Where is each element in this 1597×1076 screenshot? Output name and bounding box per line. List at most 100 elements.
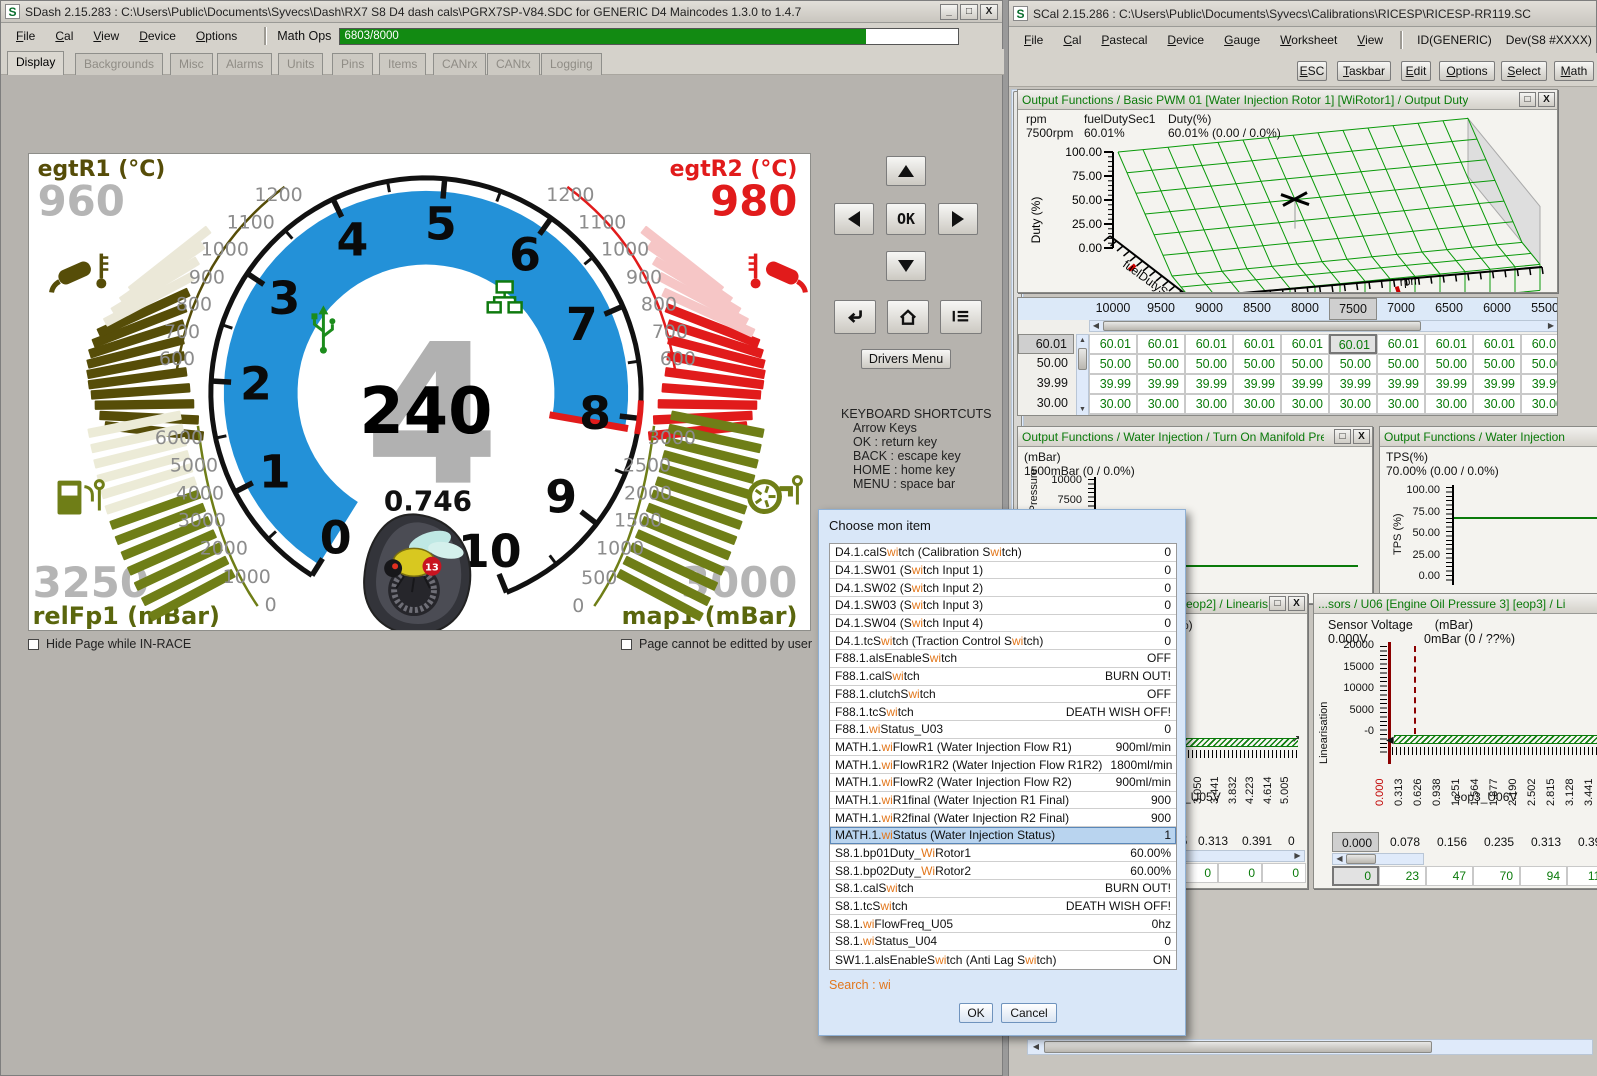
tab-items[interactable]: Items	[379, 53, 426, 75]
eop2-cell[interactable]: 0	[1218, 863, 1262, 883]
map-col-header[interactable]: 8500	[1233, 298, 1281, 320]
map-cell[interactable]: 30.00	[1329, 394, 1377, 414]
scal-titlebar[interactable]: S SCal 2.15.286 : C:\Users\Public\Docume…	[1009, 1, 1596, 27]
map-cell[interactable]: 30.00	[1281, 394, 1329, 414]
map-cell[interactable]: 50.00	[1521, 354, 1558, 374]
menu-view[interactable]: View	[84, 26, 128, 46]
eop3-table-header[interactable]: 0.235	[1473, 832, 1520, 852]
mon-item-row[interactable]: S8.1.calSwitchBURN OUT!	[830, 880, 1176, 898]
close-icon[interactable]: X	[980, 4, 998, 20]
window-eop3-titlebar[interactable]: ...sors / U06 [Engine Oil Pressure 3] [e…	[1314, 594, 1597, 614]
map-hscroll-thumb[interactable]	[1103, 321, 1421, 331]
eop3-cell[interactable]: 23	[1379, 866, 1426, 886]
scal-horizontal-scrollbar[interactable]: ◀	[1027, 1039, 1593, 1055]
mon-item-row[interactable]: S8.1.bp01Duty_WiRotor160.00%	[830, 845, 1176, 863]
map-row-header[interactable]: 50.00	[1018, 354, 1074, 374]
eop3-table-header[interactable]: 0.313	[1520, 832, 1567, 852]
eop3-table-header[interactable]: 0.078	[1379, 832, 1426, 852]
mon-item-row[interactable]: F88.1.wiStatus_U030	[830, 721, 1176, 739]
checkbox-no-edit-box[interactable]	[621, 639, 632, 650]
checkbox-hide-page[interactable]: Hide Page while IN-RACE	[28, 637, 191, 651]
menu-cal[interactable]: Cal	[46, 26, 82, 46]
map-cell[interactable]: 39.99	[1473, 374, 1521, 394]
mon-item-row[interactable]: S8.1.tcSwitchDEATH WISH OFF!	[830, 898, 1176, 916]
scroll-right-icon[interactable]: ▶	[1292, 851, 1303, 861]
nav-left-button[interactable]	[834, 203, 874, 235]
mon-item-row[interactable]: F88.1.alsEnableSwitchOFF	[830, 650, 1176, 668]
scal-menu-cal[interactable]: Cal	[1054, 30, 1090, 50]
toolbar-select-button[interactable]: Select	[1501, 61, 1547, 81]
mon-item-row[interactable]: MATH.1.wiR1final (Water Injection R1 Fin…	[830, 792, 1176, 810]
home-button[interactable]	[887, 300, 929, 334]
toolbar-math-button[interactable]: Math	[1554, 61, 1594, 81]
map-cell[interactable]: 50.00	[1089, 354, 1137, 374]
map-cell[interactable]: 20.00	[1377, 414, 1425, 416]
map-col-header[interactable]: 10000	[1089, 298, 1137, 320]
map-row-header[interactable]: 20.00	[1018, 414, 1074, 416]
map-cell[interactable]: 20.00	[1425, 414, 1473, 416]
mon-item-row[interactable]: S8.1.wiStatus_U040	[830, 933, 1176, 951]
map-cell[interactable]: 50.00	[1185, 354, 1233, 374]
map-cell[interactable]: 39.99	[1185, 374, 1233, 394]
map-cell[interactable]: 30.00	[1425, 394, 1473, 414]
mon-item-row[interactable]: SW1.1.alsEnableSwitch (Anti Lag Switch)O…	[830, 951, 1176, 969]
scroll-down-icon[interactable]: ▼	[1077, 404, 1088, 415]
checkbox-no-edit[interactable]: Page cannot be editted by user	[621, 637, 812, 651]
menu-button[interactable]	[940, 300, 982, 334]
map-cell[interactable]: 39.99	[1281, 374, 1329, 394]
eop2-table-header[interactable]: 0.391	[1242, 834, 1272, 848]
map-cell[interactable]: 50.00	[1281, 354, 1329, 374]
eop3-cell[interactable]: 47	[1426, 866, 1473, 886]
map-cell[interactable]: 60.01	[1329, 334, 1377, 354]
map-col-header[interactable]: 5500	[1521, 298, 1558, 320]
drivers-menu-button[interactable]: Drivers Menu	[861, 349, 951, 369]
map-cell[interactable]: 60.01	[1089, 334, 1137, 354]
mon-item-row[interactable]: D4.1.tcSwitch (Traction Control Switch)0	[830, 632, 1176, 650]
map-cell[interactable]: 39.99	[1521, 374, 1558, 394]
close-icon[interactable]: X	[1353, 429, 1370, 444]
map-cell[interactable]: 50.00	[1473, 354, 1521, 374]
mon-item-row[interactable]: D4.1.SW03 (Switch Input 3)0	[830, 597, 1176, 615]
ok-button[interactable]: OK	[959, 1003, 993, 1023]
map-cell[interactable]: 20.00	[1137, 414, 1185, 416]
map-vscroll-thumb[interactable]	[1078, 348, 1087, 370]
mon-item-row[interactable]: D4.1.SW01 (Switch Input 1)0	[830, 562, 1176, 580]
tab-misc[interactable]: Misc	[170, 53, 213, 75]
window-eop2-titlebar[interactable]: ...eop2] / Linearisa □X	[1172, 594, 1307, 614]
eop3-cell[interactable]: 70	[1473, 866, 1520, 886]
map-col-header[interactable]: 7000	[1377, 298, 1425, 320]
eop3-table-header[interactable]: 0.000	[1332, 832, 1379, 852]
map-row-header[interactable]: 30.00	[1018, 394, 1074, 414]
map-cell[interactable]: 30.00	[1137, 394, 1185, 414]
eop2-table-header[interactable]: 0	[1288, 834, 1295, 848]
tab-cantx[interactable]: CANtx	[487, 53, 540, 75]
scroll-left-icon[interactable]: ◀	[1334, 854, 1345, 864]
map-cell[interactable]: 30.00	[1185, 394, 1233, 414]
scroll-left-icon[interactable]: ◀	[1090, 321, 1102, 331]
scal-menu-worksheet[interactable]: Worksheet	[1271, 30, 1346, 50]
map-cell[interactable]: 30.00	[1233, 394, 1281, 414]
eop3-table-header[interactable]: 0.391	[1567, 832, 1597, 852]
map-col-header[interactable]: 9500	[1137, 298, 1185, 320]
map-cell[interactable]: 39.99	[1377, 374, 1425, 394]
toolbar-options-button[interactable]: Options	[1439, 61, 1495, 81]
map-table-hscrollbar[interactable]: ◀▶	[1089, 320, 1558, 332]
tab-alarms[interactable]: Alarms	[217, 53, 272, 75]
tab-units[interactable]: Units	[278, 53, 323, 75]
mon-item-row[interactable]: MATH.1.wiStatus (Water Injection Status)…	[830, 827, 1176, 845]
map-col-header[interactable]: 9000	[1185, 298, 1233, 320]
mon-item-row[interactable]: F88.1.clutchSwitchOFF	[830, 686, 1176, 704]
eop3-table-hscrollbar[interactable]: ◀	[1332, 853, 1424, 865]
map-col-header[interactable]: 7500	[1329, 298, 1377, 320]
map-cell[interactable]: 20.00	[1521, 414, 1558, 416]
map-col-header[interactable]: 6500	[1425, 298, 1473, 320]
map-cell[interactable]: 20.00	[1329, 414, 1377, 416]
map-row-header[interactable]: 39.99	[1018, 374, 1074, 394]
maximize-icon[interactable]: □	[960, 4, 978, 20]
back-button[interactable]	[834, 300, 876, 334]
mon-item-row[interactable]: D4.1.SW04 (Switch Input 4)0	[830, 615, 1176, 633]
tab-logging[interactable]: Logging	[541, 53, 602, 75]
scal-menu-pastecal[interactable]: Pastecal	[1092, 30, 1156, 50]
mon-item-row[interactable]: MATH.1.wiFlowR2 (Water Injection Flow R2…	[830, 774, 1176, 792]
scroll-right-icon[interactable]: ▶	[1545, 321, 1557, 331]
